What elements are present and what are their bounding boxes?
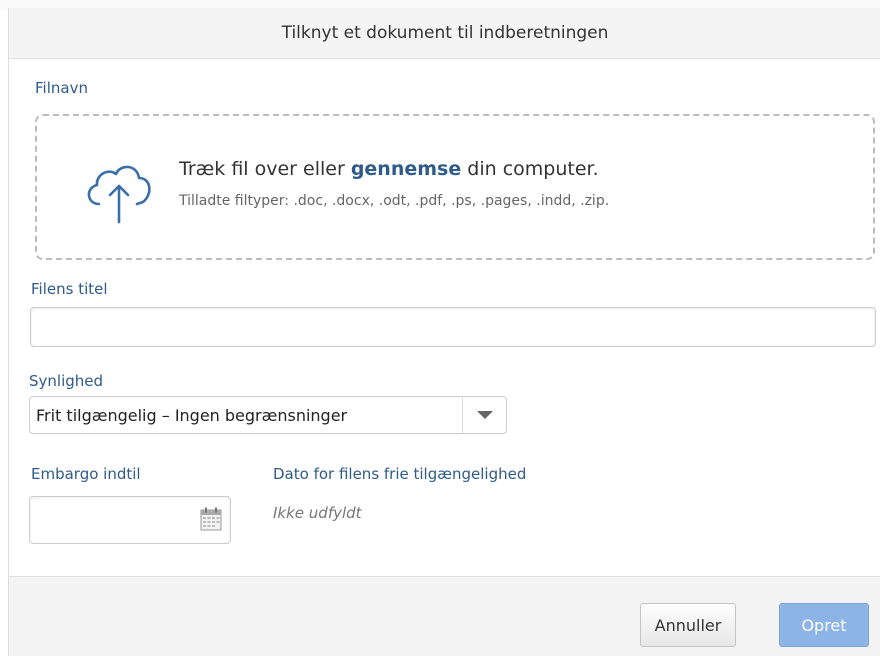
dropzone-text-after: din computer. bbox=[461, 158, 599, 180]
availability-date-value: Ikke udfyldt bbox=[273, 504, 362, 522]
browse-link[interactable]: gennemse bbox=[351, 158, 461, 180]
visibility-selected-value: Frit tilgængelig – Ingen begrænsninger bbox=[36, 406, 348, 425]
dialog-footer: Annuller Opret bbox=[9, 576, 880, 656]
attach-document-dialog: Tilknyt et dokument til indberetningen F… bbox=[8, 8, 880, 656]
dialog-header: Tilknyt et dokument til indberetningen bbox=[9, 8, 880, 59]
create-button[interactable]: Opret bbox=[779, 603, 869, 647]
file-title-input[interactable] bbox=[30, 307, 876, 347]
allowed-filetypes: Tilladte filtyper: .doc, .docx, .odt, .p… bbox=[179, 193, 610, 209]
calendar-icon[interactable] bbox=[200, 507, 222, 531]
cancel-button[interactable]: Annuller bbox=[640, 603, 736, 647]
availability-date-label: Dato for filens frie tilgængelighed bbox=[273, 465, 527, 483]
dropzone-instructions: Træk fil over eller gennemse din compute… bbox=[179, 158, 599, 180]
file-dropzone[interactable]: Træk fil over eller gennemse din compute… bbox=[35, 114, 875, 260]
dialog-title: Tilknyt et dokument til indberetningen bbox=[281, 23, 609, 43]
embargo-label: Embargo indtil bbox=[31, 465, 141, 483]
cloud-upload-icon bbox=[87, 165, 151, 224]
dropzone-text-before: Træk fil over eller bbox=[179, 158, 351, 180]
chevron-down-icon[interactable] bbox=[462, 397, 506, 433]
file-title-label: Filens titel bbox=[31, 280, 108, 298]
embargo-date-field[interactable] bbox=[29, 496, 231, 544]
visibility-label: Synlighed bbox=[29, 372, 104, 390]
filename-label: Filnavn bbox=[35, 79, 88, 97]
visibility-select[interactable]: Frit tilgængelig – Ingen begrænsninger bbox=[29, 396, 507, 434]
